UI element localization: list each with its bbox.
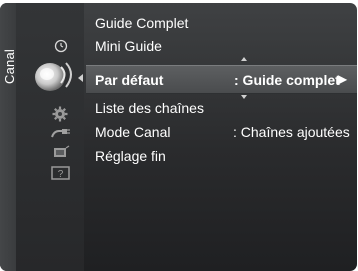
- menu-item-mode-canal[interactable]: Mode Canal: [95, 124, 171, 140]
- mode-canal-value: : Chaînes ajoutées: [233, 124, 350, 140]
- channel-satellite-icon[interactable]: [30, 53, 82, 95]
- menu-item-label: Liste des chaînes: [95, 100, 204, 116]
- menu-item-par-defaut[interactable]: Par défaut : Guide complet ▶: [86, 65, 357, 94]
- screen: Canal ? Guide Complet Mini Guide Liste d…: [0, 0, 358, 271]
- menu-item-liste-des-chaines[interactable]: Liste des chaînes: [95, 100, 204, 116]
- menu-item-label: Guide Complet: [95, 15, 189, 31]
- category-label: Canal: [2, 49, 17, 84]
- input-plug-icon[interactable]: [50, 125, 72, 141]
- menu-item-label: Par défaut: [95, 72, 164, 88]
- scroll-down-icon[interactable]: [241, 95, 247, 99]
- menu-item-mini-guide[interactable]: Mini Guide: [95, 38, 162, 54]
- menu-item-reglage-fin[interactable]: Réglage fin: [95, 148, 166, 164]
- menu-item-guide-complet[interactable]: Guide Complet: [95, 15, 188, 31]
- par-defaut-value: : Guide complet: [234, 72, 340, 88]
- category-strip: Canal: [0, 3, 17, 271]
- clock-icon[interactable]: [54, 39, 68, 53]
- svg-text:?: ?: [58, 169, 64, 180]
- menu-panel: Canal ? Guide Complet Mini Guide Liste d…: [0, 3, 357, 271]
- gear-icon[interactable]: [51, 105, 69, 123]
- menu-item-label: Mode Canal: [95, 124, 171, 140]
- menu-item-label: Réglage fin: [95, 148, 166, 164]
- application-icon[interactable]: [51, 145, 71, 161]
- menu-item-label: Mini Guide: [95, 38, 162, 54]
- scroll-up-icon[interactable]: [241, 57, 247, 61]
- help-icon[interactable]: ?: [50, 165, 72, 181]
- right-arrow-icon[interactable]: ▶: [338, 72, 347, 86]
- left-arrow-icon: [78, 74, 83, 82]
